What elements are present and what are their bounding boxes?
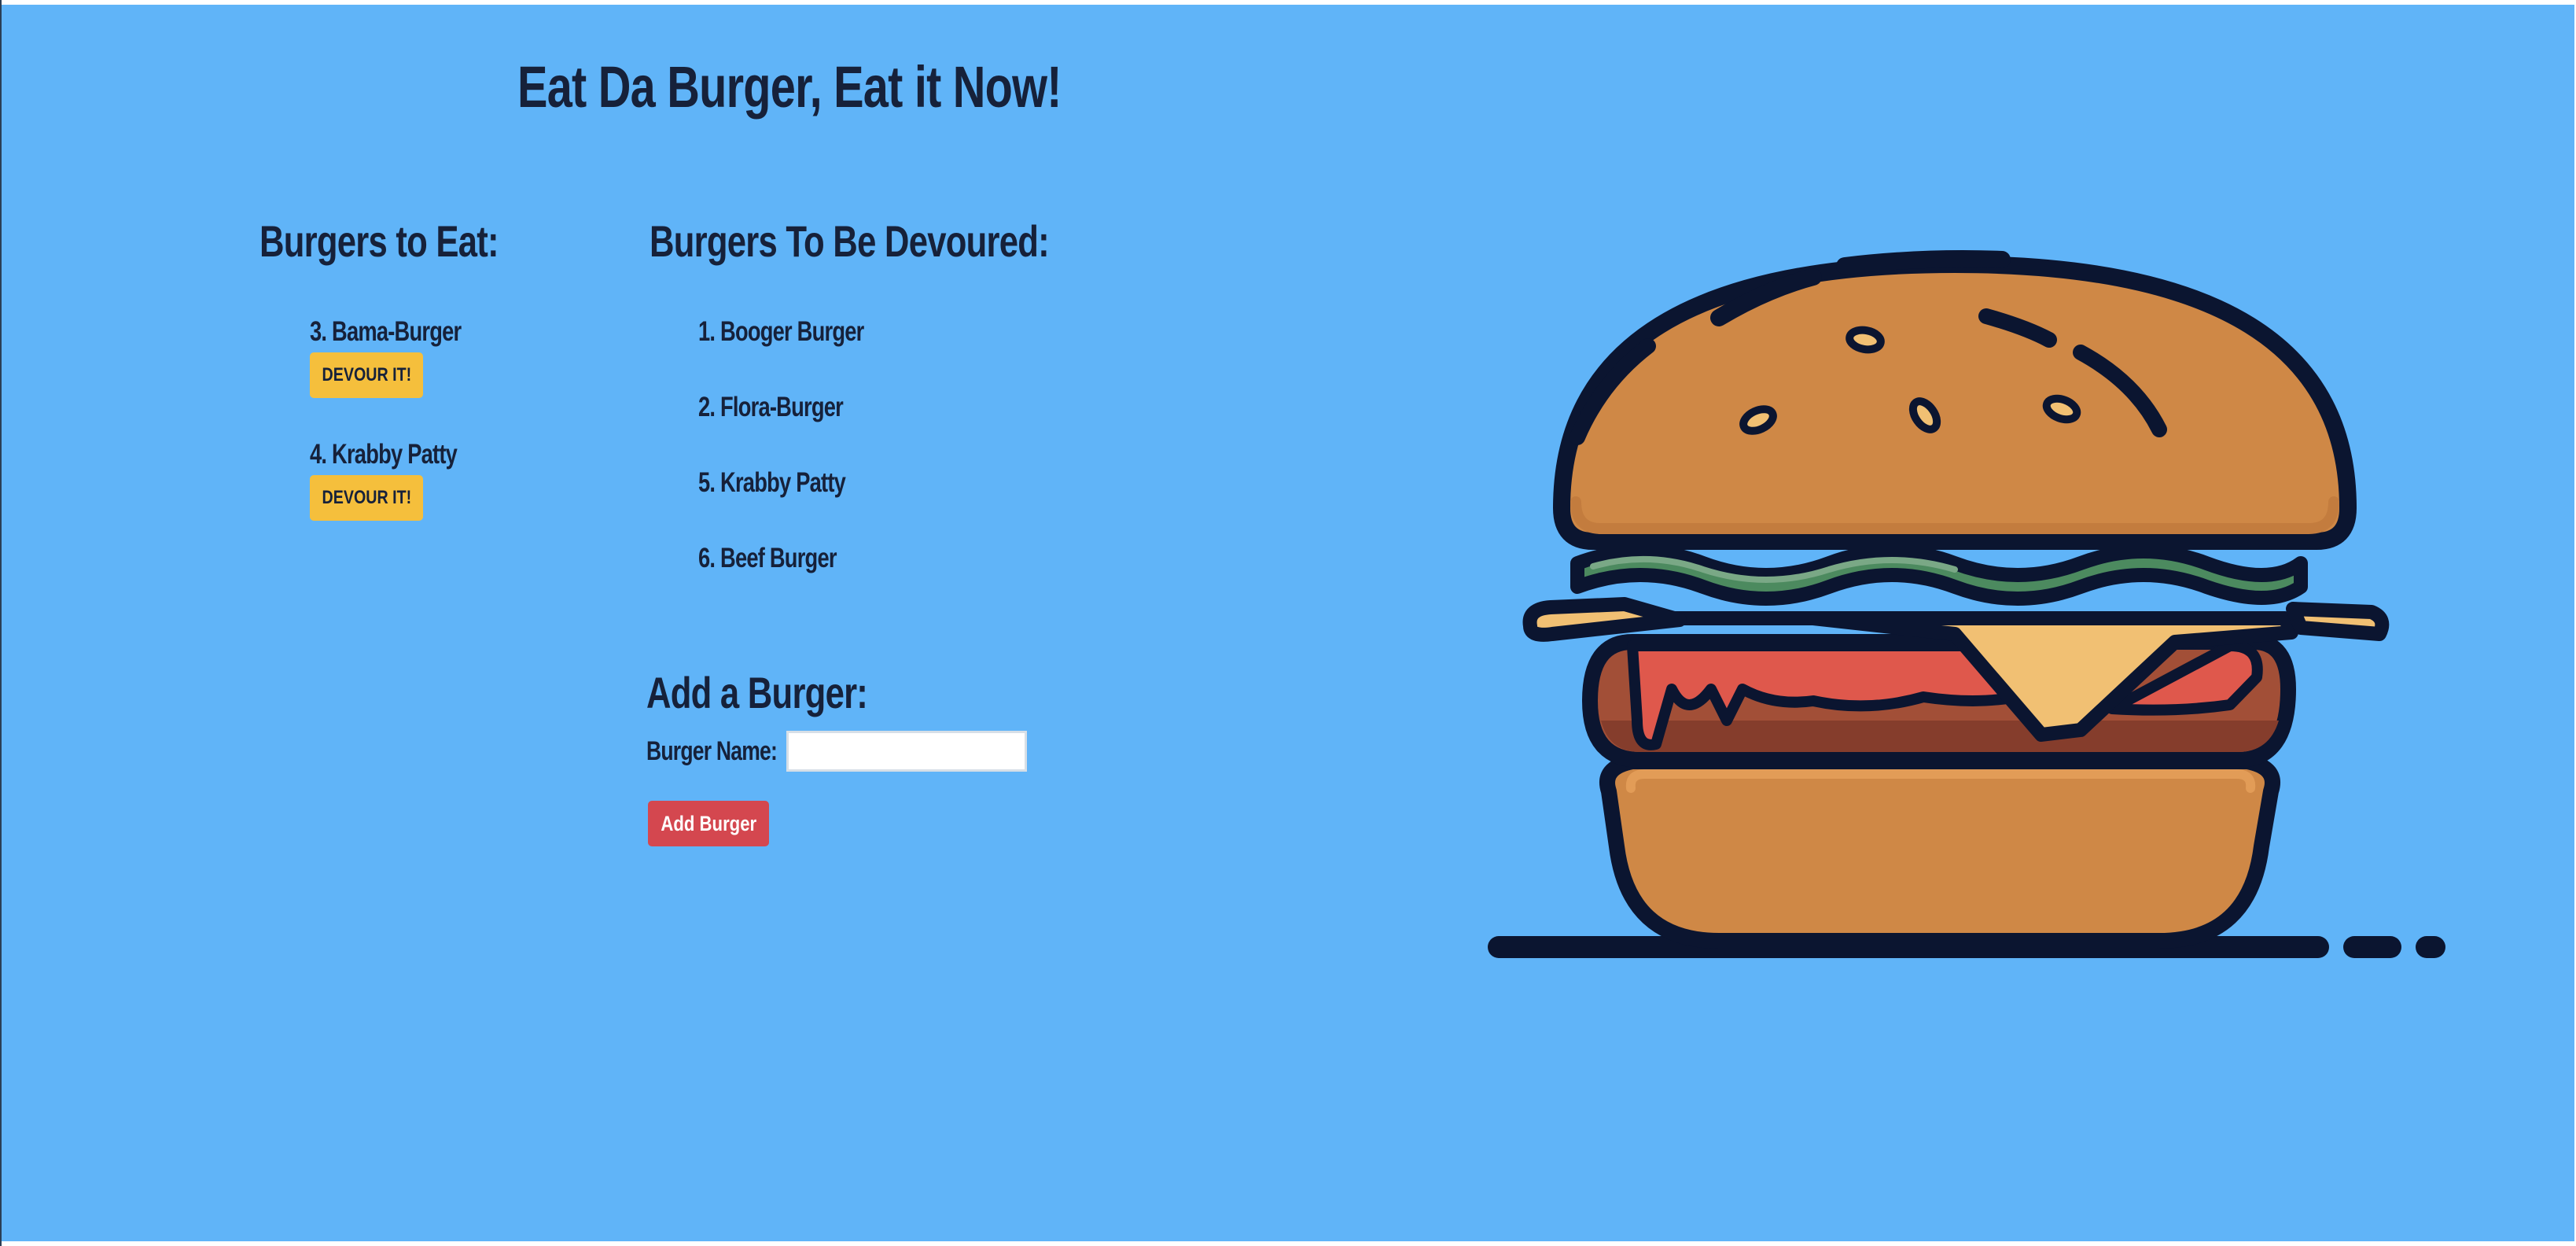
- devour-button[interactable]: DEVOUR IT!: [310, 352, 423, 398]
- burger-name: 2. Flora-Burger: [698, 392, 844, 422]
- list-item: 3. Bama-Burger DEVOUR IT!: [310, 312, 504, 434]
- bun-accent-dash: [1836, 250, 2011, 275]
- devoured-list: 1. Booger Burger 2. Flora-Burger 5. Krab…: [698, 312, 911, 614]
- to-eat-list: 3. Bama-Burger DEVOUR IT! 4. Krabby Patt…: [310, 312, 504, 557]
- list-item: 4. Krabby Patty DEVOUR IT!: [310, 434, 504, 557]
- to-eat-heading: Burgers to Eat:: [259, 216, 499, 266]
- hamburger-illustration-icon: [1488, 250, 2445, 958]
- burger-name: 5. Krabby Patty: [698, 467, 846, 498]
- add-burger-button[interactable]: Add Burger: [648, 801, 769, 846]
- top-bun: [1553, 256, 2357, 550]
- add-burger-button-label: Add Burger: [661, 811, 756, 835]
- page-background: Eat Da Burger, Eat it Now! Burgers to Ea…: [2, 5, 2574, 1241]
- burger-name: 6. Beef Burger: [698, 543, 837, 573]
- burger-name-label: Burger Name:: [646, 736, 778, 766]
- list-item: 5. Krabby Patty: [698, 463, 911, 538]
- devour-button-label: DEVOUR IT!: [322, 364, 411, 385]
- list-item: 1. Booger Burger: [698, 312, 911, 387]
- list-item: 6. Beef Burger: [698, 538, 911, 614]
- burger-name: 4. Krabby Patty: [310, 439, 458, 470]
- bottom-bun: [1599, 754, 2280, 949]
- page-title: Eat Da Burger, Eat it Now!: [517, 54, 1062, 120]
- burger-name: 3. Bama-Burger: [310, 316, 462, 347]
- sesame-seed: [1846, 326, 1885, 354]
- devour-button[interactable]: DEVOUR IT!: [310, 475, 423, 521]
- burger-name-row: Burger Name:: [646, 728, 1027, 774]
- devoured-heading: Burgers To Be Devoured:: [650, 216, 1050, 266]
- lettuce: [1570, 544, 2308, 606]
- devour-button-label: DEVOUR IT!: [322, 487, 411, 508]
- add-burger-heading: Add a Burger:: [646, 668, 868, 717]
- cheese-left-edge: [1522, 597, 1687, 642]
- burger-name: 1. Booger Burger: [698, 316, 864, 347]
- list-item: 2. Flora-Burger: [698, 387, 911, 463]
- burger-name-input[interactable]: [786, 731, 1027, 772]
- cheese-right-edge: [2286, 602, 2390, 641]
- patty-shadow: [1601, 721, 2279, 752]
